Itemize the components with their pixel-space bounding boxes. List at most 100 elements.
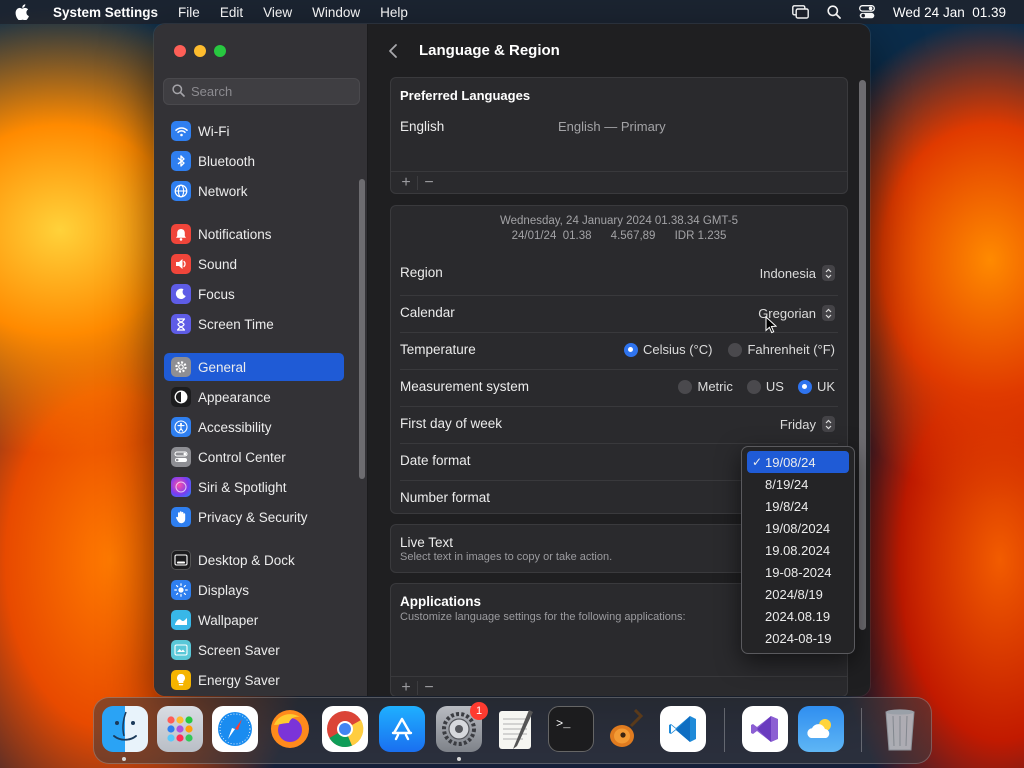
sidebar-item-privacy-security[interactable]: Privacy & Security bbox=[164, 503, 344, 531]
preferred-languages-title: Preferred Languages bbox=[400, 88, 531, 103]
safari-icon[interactable] bbox=[212, 706, 258, 752]
sun-icon bbox=[171, 580, 191, 600]
visual-studio-icon[interactable] bbox=[742, 706, 788, 752]
sidebar-item-desktop-dock[interactable]: Desktop & Dock bbox=[164, 546, 344, 574]
sidebar-item-appearance[interactable]: Appearance bbox=[164, 383, 344, 411]
sidebar-item-label: Screen Saver bbox=[198, 642, 280, 658]
app-store-icon[interactable] bbox=[379, 706, 425, 752]
sidebar-item-energy-saver[interactable]: Energy Saver bbox=[164, 666, 344, 694]
temperature-label: Temperature bbox=[400, 342, 476, 357]
close-button[interactable] bbox=[174, 45, 186, 57]
divider bbox=[400, 443, 838, 444]
apple-menu-icon[interactable] bbox=[0, 4, 44, 20]
date-format-option[interactable]: 2024/8/19 bbox=[747, 583, 849, 605]
sidebar-item-label: Energy Saver bbox=[198, 672, 280, 688]
launchpad-icon[interactable] bbox=[157, 706, 203, 752]
back-chevron-icon[interactable] bbox=[388, 43, 398, 64]
running-indicator bbox=[122, 757, 126, 761]
menu-app-name[interactable]: System Settings bbox=[44, 5, 168, 20]
radio-button[interactable] bbox=[746, 379, 761, 394]
option-label: 19-08-2024 bbox=[765, 564, 832, 580]
date-format-option[interactable]: 19.08.2024 bbox=[747, 539, 849, 561]
control-center-icon[interactable] bbox=[858, 5, 875, 19]
language-detail: English — Primary bbox=[558, 119, 666, 134]
radio-button[interactable] bbox=[728, 342, 743, 357]
measurement-options: Metric US UK bbox=[678, 379, 835, 394]
textedit-icon[interactable] bbox=[492, 706, 538, 752]
date-format-option[interactable]: 2024-08-19 bbox=[747, 627, 849, 649]
sidebar-item-screen-saver[interactable]: Screen Saver bbox=[164, 636, 344, 664]
menu-file[interactable]: File bbox=[168, 5, 210, 20]
weather-icon[interactable] bbox=[798, 706, 844, 752]
bell-icon bbox=[171, 224, 191, 244]
option-label: 19.08.2024 bbox=[765, 542, 831, 558]
zoom-button[interactable] bbox=[214, 45, 226, 57]
remove-language-button[interactable]: − bbox=[418, 174, 440, 192]
wifi-icon bbox=[171, 121, 191, 141]
menu-edit[interactable]: Edit bbox=[210, 5, 253, 20]
gear-icon bbox=[171, 357, 191, 377]
content-scrollbar[interactable] bbox=[859, 80, 866, 630]
date-format-option[interactable]: 19-08-2024 bbox=[747, 561, 849, 583]
terminal-icon[interactable]: >_ bbox=[548, 706, 594, 752]
radio-button[interactable] bbox=[623, 342, 638, 357]
date-format-option[interactable]: ✓ 19/08/24 bbox=[747, 451, 849, 473]
language-name[interactable]: English bbox=[400, 119, 444, 134]
sidebar-item-accessibility[interactable]: Accessibility bbox=[164, 413, 344, 441]
date-format-option[interactable]: 2024.08.19 bbox=[747, 605, 849, 627]
sidebar-scrollbar[interactable] bbox=[359, 179, 365, 479]
live-text-subtitle: Select text in images to copy or take ac… bbox=[400, 551, 613, 563]
sidebar-item-control-center[interactable]: Control Center bbox=[164, 443, 344, 471]
menu-view[interactable]: View bbox=[253, 5, 302, 20]
menu-clock[interactable]: Wed 24 Jan 01.39 bbox=[893, 5, 1006, 20]
radio-button[interactable] bbox=[797, 379, 812, 394]
region-label: Region bbox=[400, 265, 443, 280]
celsius-radio[interactable]: Celsius (°C) bbox=[623, 342, 712, 357]
firefox-icon[interactable] bbox=[267, 706, 313, 752]
remove-application-button[interactable]: − bbox=[418, 679, 440, 697]
sidebar-item-wifi[interactable]: Wi-Fi bbox=[164, 117, 344, 145]
hourglass-icon bbox=[171, 314, 191, 334]
us-radio[interactable]: US bbox=[746, 379, 784, 394]
sidebar-item-focus[interactable]: Focus bbox=[164, 280, 344, 308]
metric-label: Metric bbox=[697, 379, 733, 394]
sidebar-item-bluetooth[interactable]: Bluetooth bbox=[164, 147, 344, 175]
chrome-icon[interactable] bbox=[322, 706, 368, 752]
finder-icon[interactable] bbox=[102, 706, 148, 752]
sidebar-item-sound[interactable]: Sound bbox=[164, 250, 344, 278]
sidebar-item-label: Screen Time bbox=[198, 316, 274, 332]
add-language-button[interactable]: + bbox=[395, 174, 417, 192]
date-format-option[interactable]: 19/8/24 bbox=[747, 495, 849, 517]
sidebar-search[interactable] bbox=[163, 78, 360, 105]
menu-window[interactable]: Window bbox=[302, 5, 370, 20]
guitar-icon[interactable] bbox=[604, 706, 650, 752]
fahrenheit-radio[interactable]: Fahrenheit (°F) bbox=[728, 342, 835, 357]
screen-mirroring-icon[interactable] bbox=[792, 5, 809, 19]
date-format-option[interactable]: 8/19/24 bbox=[747, 473, 849, 495]
trash-icon[interactable] bbox=[877, 706, 923, 752]
sidebar-item-network[interactable]: Network bbox=[164, 177, 344, 205]
hand-icon bbox=[171, 507, 191, 527]
menu-help[interactable]: Help bbox=[370, 5, 418, 20]
spotlight-search-icon[interactable] bbox=[827, 5, 841, 19]
vscode-icon[interactable] bbox=[660, 706, 706, 752]
bulb-icon bbox=[171, 670, 191, 690]
sidebar-item-label: Control Center bbox=[198, 449, 286, 465]
minimize-button[interactable] bbox=[194, 45, 206, 57]
sidebar-item-screen-time[interactable]: Screen Time bbox=[164, 310, 344, 338]
search-input[interactable] bbox=[191, 84, 351, 99]
date-format-option[interactable]: 19/08/2024 bbox=[747, 517, 849, 539]
checkmark-icon: ✓ bbox=[751, 455, 763, 469]
sidebar-item-siri-spotlight[interactable]: Siri & Spotlight bbox=[164, 473, 344, 501]
uk-radio[interactable]: UK bbox=[797, 379, 835, 394]
add-application-button[interactable]: + bbox=[395, 679, 417, 697]
region-select[interactable]: Indonesia bbox=[760, 265, 835, 281]
sidebar-item-displays[interactable]: Displays bbox=[164, 576, 344, 604]
sidebar-item-notifications[interactable]: Notifications bbox=[164, 220, 344, 248]
sidebar-item-wallpaper[interactable]: Wallpaper bbox=[164, 606, 344, 634]
sidebar-item-general[interactable]: General bbox=[164, 353, 344, 381]
first-day-select[interactable]: Friday bbox=[780, 416, 835, 432]
metric-radio[interactable]: Metric bbox=[678, 379, 733, 394]
radio-button[interactable] bbox=[678, 379, 693, 394]
bluetooth-icon bbox=[171, 151, 191, 171]
